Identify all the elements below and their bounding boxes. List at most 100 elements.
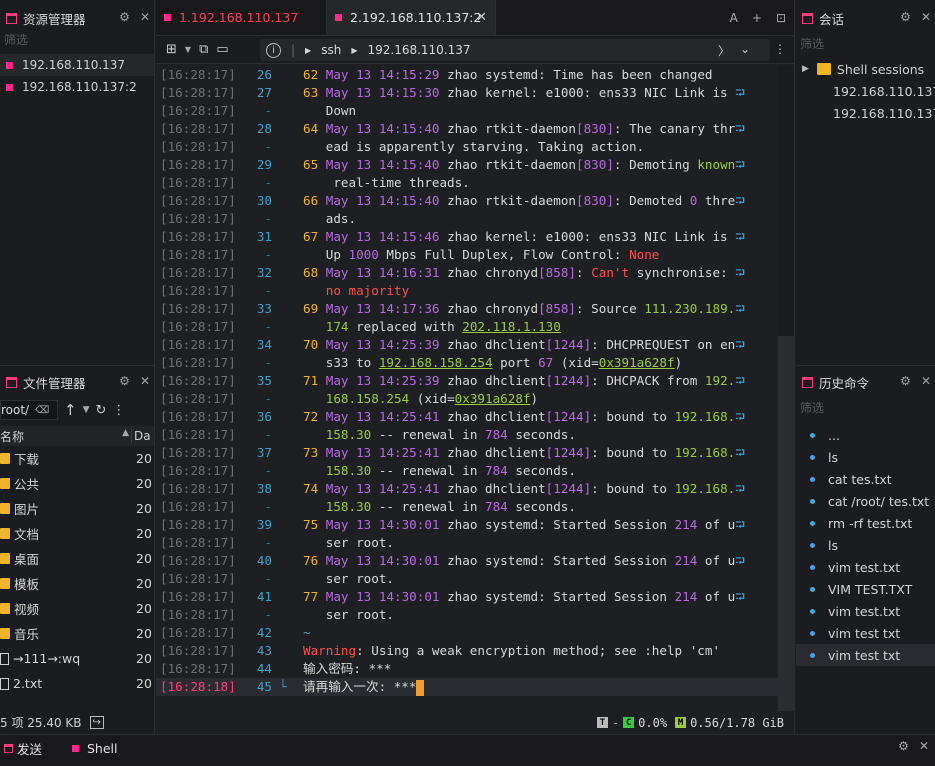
file-row[interactable]: 模板 20 <box>0 571 154 596</box>
terminal-line: [16:28:17] 30 66 May 13 14:15:40 zhao rtki… <box>156 192 778 210</box>
terminal-line: [16:28:17] 36 72 May 13 14:25:41 zhao dhcl… <box>156 408 778 426</box>
gear-icon[interactable]: ⚙ <box>900 10 911 24</box>
path-input[interactable]: root/⌫ <box>0 400 58 420</box>
tab-send[interactable]: 发送 <box>0 735 42 761</box>
close-icon[interactable]: ✕ <box>921 10 931 24</box>
bullet-icon <box>810 608 815 614</box>
history-item[interactable]: cat /root/ tes.txt <box>796 490 935 512</box>
history-item[interactable]: vim test.txt <box>796 556 935 578</box>
file-row[interactable]: 音乐 20 <box>0 621 154 646</box>
tab-close-icon[interactable]: ✕ <box>476 10 487 25</box>
terminal-line: [16:28:17] - 174 replaced with 202.118.1.… <box>156 318 778 336</box>
chevron-right-icon[interactable]: 〉 <box>718 42 730 59</box>
resource-explorer-panel: 资源管理器 ⚙ ✕ 筛选 192.168.110.137 192.168.110.… <box>0 0 154 365</box>
close-icon[interactable]: ✕ <box>919 739 929 753</box>
sessions-icon <box>802 12 813 24</box>
gear-icon[interactable]: ⚙ <box>119 10 130 24</box>
address-bar[interactable]: i | ▶ ssh ▶ 192.168.110.137 〉 ⌄ <box>260 39 770 61</box>
up-arrow-icon[interactable]: ↑ <box>64 401 77 419</box>
session-item[interactable]: 192.168.110.137 <box>796 80 935 102</box>
refresh-icon[interactable]: ↻ <box>96 403 107 418</box>
text-segment: synchronise: <box>629 265 736 280</box>
resource-item[interactable]: 192.168.110.137:2 <box>0 76 154 98</box>
file-name: 公共 <box>14 477 40 492</box>
more-icon[interactable]: ⋮ <box>774 42 786 56</box>
caret-right-icon[interactable]: ▶ <box>802 64 809 74</box>
file-row[interactable]: →111→:wq 20 <box>0 646 154 671</box>
bullet-icon <box>810 586 815 592</box>
history-item[interactable]: vim test txt <box>796 622 935 644</box>
history-filter-input[interactable]: 筛选 <box>796 398 935 416</box>
terminal-line: [16:28:17] 26 62 May 13 14:15:29 zhao syst… <box>156 66 778 84</box>
duplicate-tab-icon[interactable]: ⧉ <box>199 42 208 57</box>
resource-item[interactable]: 192.168.110.137 <box>0 54 154 76</box>
line-text: ads. <box>303 210 356 228</box>
bullet-icon <box>810 454 815 460</box>
terminal-output[interactable]: [16:28:17] 26 62 May 13 14:15:29 zhao syst… <box>156 66 778 711</box>
font-size-icon[interactable]: A <box>730 11 738 25</box>
terminal-scrollbar[interactable] <box>778 66 794 711</box>
more-icon[interactable]: ⋮ <box>112 403 125 418</box>
text-segment: port <box>492 355 539 370</box>
file-row[interactable]: 公共 20 <box>0 471 154 496</box>
gear-icon[interactable]: ⚙ <box>900 374 911 388</box>
close-icon[interactable]: ✕ <box>921 374 931 388</box>
session-item[interactable]: 192.168.110.137:2 <box>796 102 935 124</box>
new-tab-icon[interactable]: ⊞ <box>166 42 177 57</box>
file-status: 5 项 25.40 KB ↪ <box>0 710 154 734</box>
info-icon[interactable]: i <box>266 42 281 58</box>
layout-icon[interactable]: ⊡ <box>776 11 786 25</box>
text-segment: ⮒ <box>735 265 745 280</box>
file-row[interactable]: 文档 20 <box>0 521 154 546</box>
col-name-header[interactable]: 名称 ▲ <box>0 428 131 445</box>
file-row[interactable]: 桌面 20 <box>0 546 154 571</box>
history-item[interactable]: vim test.txt <box>796 600 935 622</box>
text-segment: (xid= <box>553 355 599 370</box>
file-name: 模板 <box>14 577 40 592</box>
history-panel: 历史命令 ⚙ ✕ 筛选 ... ls cat tes.txt cat /root/ t… <box>796 366 935 734</box>
window-icon[interactable]: ▭ <box>216 42 228 57</box>
text-segment: : Source <box>576 301 645 316</box>
go-to-icon[interactable]: ↪ <box>89 715 104 729</box>
text-segment: 13 14:25:41 <box>356 445 448 460</box>
file-row[interactable]: 下载 20 <box>0 446 154 471</box>
close-icon[interactable]: ✕ <box>140 374 150 388</box>
backspace-icon[interactable]: ⌫ <box>35 405 49 416</box>
tab-shell[interactable]: Shell <box>72 735 118 761</box>
history-item[interactable]: cat tes.txt <box>796 468 935 490</box>
text-segment: ) <box>530 391 539 406</box>
line-number: 34 <box>256 337 272 352</box>
close-icon[interactable]: ✕ <box>140 10 150 24</box>
dropdown-icon[interactable]: ▼ <box>83 405 90 415</box>
resource-explorer-title: 资源管理器 <box>23 11 86 27</box>
history-item[interactable]: ls <box>796 534 935 556</box>
text-segment: zhao systemd: Started Session <box>447 517 675 532</box>
session-folder[interactable]: ▶ Shell sessions <box>796 58 935 80</box>
col-date-header[interactable]: Da <box>131 429 154 443</box>
sessions-filter-input[interactable]: 筛选 <box>796 34 935 52</box>
history-item[interactable]: ls <box>796 446 935 468</box>
resource-item-label: 192.168.110.137:2 <box>22 80 137 94</box>
history-item[interactable]: VIM TEST.TXT <box>796 578 935 600</box>
timestamp: [16:28:17] <box>160 571 236 586</box>
sort-asc-icon[interactable]: ▲ <box>122 428 129 438</box>
history-item[interactable]: vim test txt <box>796 644 935 666</box>
chevron-down-icon[interactable]: ⌄ <box>740 42 750 56</box>
tab-session-2[interactable]: 2.192.168.110.137:2 ✕ <box>326 0 496 35</box>
line-text: s33 to 192.168.158.254 port 67 (xid=0x39… <box>303 354 682 372</box>
history-item[interactable]: ... <box>796 424 935 446</box>
add-tab-icon[interactable]: + <box>752 11 762 25</box>
text-segment: 13 14:25:39 <box>356 373 448 388</box>
file-row[interactable]: 图片 20 <box>0 496 154 521</box>
file-name-cell: →111→:wq <box>0 651 136 666</box>
dropdown-icon[interactable]: ▼ <box>185 45 191 54</box>
gear-icon[interactable]: ⚙ <box>898 739 909 753</box>
gear-icon[interactable]: ⚙ <box>119 374 130 388</box>
text-segment: 192. <box>704 373 736 388</box>
file-row[interactable]: 2.txt 20 <box>0 671 154 696</box>
tab-session-1[interactable]: 1.192.168.110.137 <box>156 0 326 35</box>
terminal-line: [16:28:17] 34 70 May 13 14:25:39 zhao dhcl… <box>156 336 778 354</box>
file-row[interactable]: 视频 20 <box>0 596 154 621</box>
history-item[interactable]: rm -rf test.txt <box>796 512 935 534</box>
line-number: 29 <box>256 157 272 172</box>
